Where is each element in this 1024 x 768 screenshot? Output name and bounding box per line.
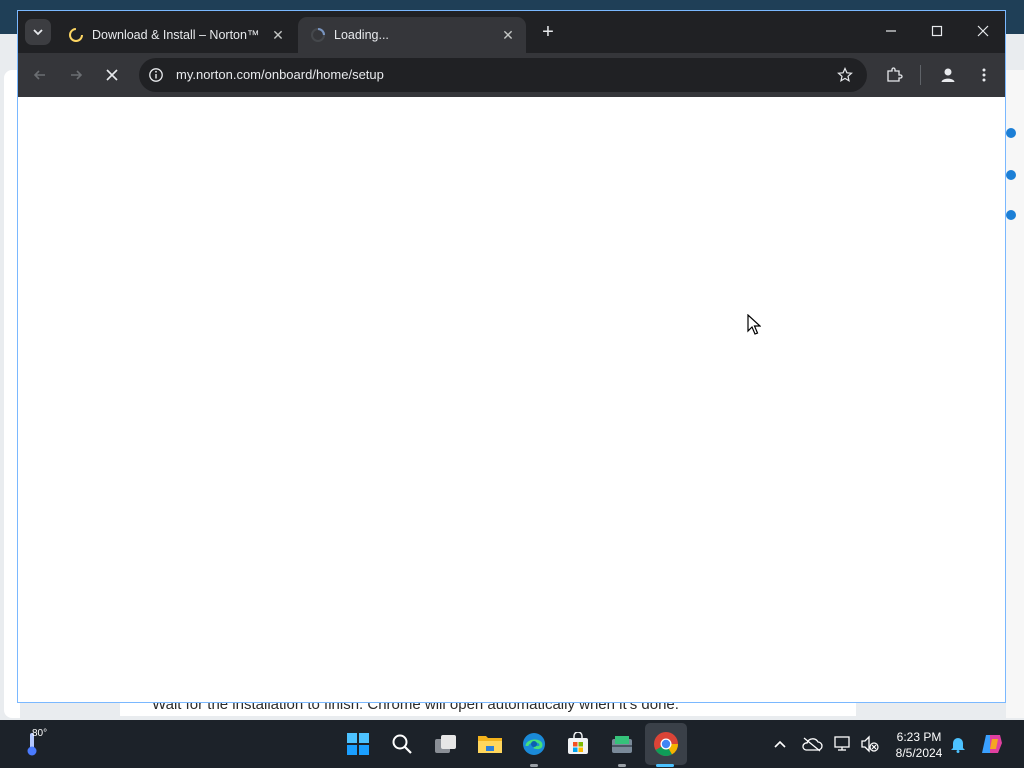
stop-icon: [106, 69, 118, 81]
copilot-button[interactable]: [978, 730, 1006, 758]
chrome-taskbar-button[interactable]: [652, 730, 680, 758]
onedrive-status-button[interactable]: [798, 730, 826, 758]
mouse-cursor-icon: [747, 314, 761, 335]
close-window-button[interactable]: [960, 11, 1006, 51]
background-blue-dot: [1006, 210, 1016, 220]
toolbar-separator: [920, 65, 921, 85]
folder-icon: [478, 736, 502, 753]
active-app-indicator: [656, 764, 674, 767]
bookmark-star-icon[interactable]: [837, 67, 853, 83]
menu-button[interactable]: [970, 61, 998, 89]
browser-toolbar: my.norton.com/onboard/home/setup: [18, 53, 1005, 97]
profile-icon: [941, 68, 955, 82]
copilot-icon: [982, 735, 1002, 753]
more-vertical-icon: [982, 68, 986, 82]
volume-muted-icon: [861, 735, 879, 753]
arrow-left-icon: [33, 70, 45, 80]
arrow-right-icon: [71, 70, 83, 80]
tab-norton-download[interactable]: Download & Install – Norton™ ✕: [56, 17, 296, 53]
stop-loading-button[interactable]: [98, 61, 126, 89]
bell-icon: [951, 738, 965, 753]
show-hidden-icons-button[interactable]: [766, 730, 794, 758]
minimize-icon: [886, 30, 896, 32]
network-monitor-icon: [834, 736, 850, 751]
edge-button[interactable]: [520, 730, 548, 758]
running-indicator: [618, 764, 626, 767]
tab-loading[interactable]: Loading... ✕: [298, 17, 526, 53]
taskbar-search-button[interactable]: [388, 730, 416, 758]
store-icon: [568, 732, 588, 754]
cloud-offline-icon: [802, 737, 823, 752]
close-tab-icon[interactable]: ✕: [270, 27, 286, 43]
site-info-icon[interactable]: [148, 67, 164, 83]
installer-button[interactable]: [608, 730, 636, 758]
profile-button[interactable]: [934, 61, 962, 89]
clock-time: 6:23 PM: [896, 730, 942, 744]
tab-title: Download & Install – Norton™: [92, 28, 260, 42]
address-bar[interactable]: my.norton.com/onboard/home/setup: [139, 58, 867, 92]
edge-icon: [523, 733, 545, 755]
network-button[interactable]: [830, 730, 858, 758]
tab-strip: Download & Install – Norton™ ✕ Loading..…: [18, 11, 1005, 53]
installer-icon: [612, 736, 632, 753]
background-blue-dot: [1006, 170, 1016, 180]
chevron-up-icon: [774, 740, 786, 748]
loading-spinner-icon: [69, 28, 83, 42]
search-icon: [392, 734, 412, 754]
extensions-button[interactable]: [880, 61, 908, 89]
chrome-icon: [654, 732, 678, 757]
url-text[interactable]: my.norton.com/onboard/home/setup: [176, 67, 384, 82]
windows-start-icon: [347, 733, 369, 755]
task-view-icon: [435, 735, 456, 753]
loading-spinner-icon: [311, 28, 325, 42]
maximize-icon: [931, 25, 943, 37]
back-button[interactable]: [26, 61, 54, 89]
clock-date: 8/5/2024: [895, 746, 943, 760]
background-blue-dot: [1006, 128, 1016, 138]
start-button[interactable]: [344, 730, 372, 758]
weather-temperature: 80°: [32, 728, 48, 739]
running-indicator: [530, 764, 538, 767]
close-tab-icon[interactable]: ✕: [500, 27, 516, 43]
forward-button[interactable]: [62, 61, 90, 89]
close-icon: [977, 25, 989, 37]
background-right-panel: [1006, 70, 1024, 718]
maximize-button[interactable]: [914, 11, 960, 51]
microsoft-store-button[interactable]: [564, 730, 592, 758]
chevron-down-icon: [33, 29, 43, 36]
tab-title: Loading...: [334, 28, 389, 42]
taskbar: 80° 6:23 PM 8/5/2024: [0, 720, 1024, 768]
tab-search-button[interactable]: [25, 19, 51, 45]
volume-button[interactable]: [856, 730, 884, 758]
minimize-button[interactable]: [868, 11, 914, 51]
chrome-window: Download & Install – Norton™ ✕ Loading..…: [17, 10, 1006, 703]
page-content-area[interactable]: [18, 97, 1005, 702]
task-view-button[interactable]: [432, 730, 460, 758]
notifications-button[interactable]: [944, 730, 972, 758]
new-tab-button[interactable]: +: [538, 22, 558, 43]
puzzle-piece-icon: [887, 67, 903, 82]
file-explorer-button[interactable]: [476, 730, 504, 758]
taskbar-clock[interactable]: 6:23 PM 8/5/2024: [888, 729, 950, 761]
